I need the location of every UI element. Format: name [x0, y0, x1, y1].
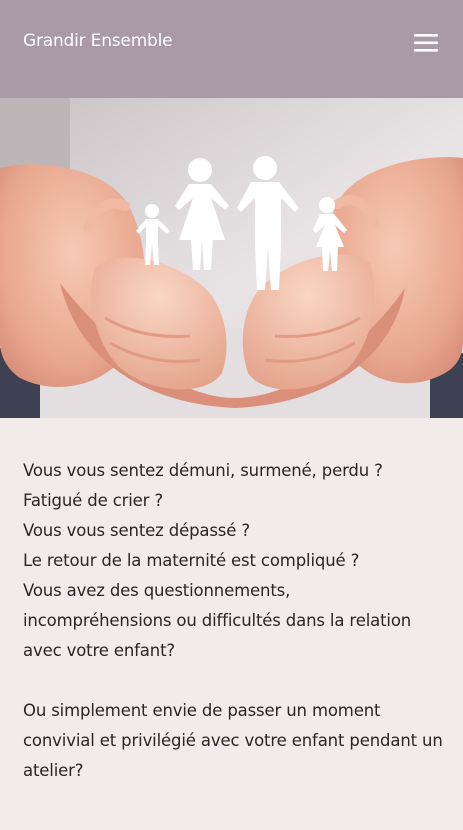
hero-image	[0, 98, 463, 418]
text-line: Vous vous sentez démuni, surmené, perdu …	[23, 461, 383, 480]
text-line: Vous avez des questionnements,	[23, 581, 291, 600]
site-title[interactable]: Grandir Ensemble	[23, 31, 173, 51]
hands-family-illustration	[0, 98, 463, 418]
text-line: avec votre enfant?	[23, 641, 176, 660]
menu-button[interactable]	[410, 30, 442, 56]
intro-section: Vous vous sentez démuni, surmené, perdu …	[0, 418, 463, 786]
text-line: Ou simplement envie de passer un moment	[23, 701, 381, 720]
text-line: Fatigué de crier ?	[23, 491, 164, 510]
hamburger-menu-icon	[414, 34, 438, 52]
intro-paragraph-1: Vous vous sentez démuni, surmené, perdu …	[23, 456, 441, 666]
site-header: Grandir Ensemble	[0, 0, 463, 98]
text-line: Vous vous sentez dépassé ?	[23, 521, 250, 540]
text-line: incompréhensions ou difficultés dans la …	[23, 611, 412, 630]
text-line: Le retour de la maternité est compliqué …	[23, 551, 360, 570]
text-line: convivial et privilégié avec votre enfan…	[23, 731, 443, 750]
intro-paragraph-2: Ou simplement envie de passer un moment …	[23, 696, 443, 786]
text-line: atelier?	[23, 761, 84, 780]
